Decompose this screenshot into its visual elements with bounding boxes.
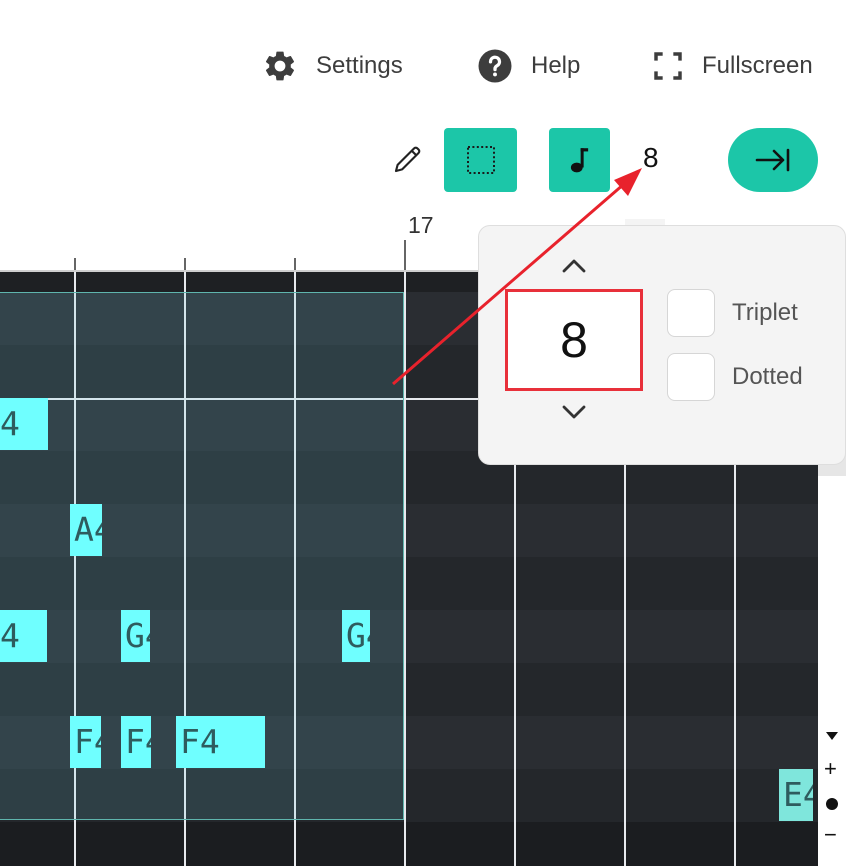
settings-label: Settings xyxy=(316,52,403,79)
zoom-reset-art xyxy=(826,798,838,810)
settings-button[interactable]: Settings xyxy=(262,48,403,84)
chevron-down-icon xyxy=(562,405,586,419)
fullscreen-label: Fullscreen xyxy=(702,52,813,79)
increase-button[interactable] xyxy=(557,254,591,278)
note-length-popup: 8 Triplet Dotted xyxy=(478,225,846,465)
note-length-button[interactable] xyxy=(549,128,610,192)
note-block[interactable]: A4 xyxy=(70,504,102,556)
arrow-to-end-icon xyxy=(755,148,790,172)
zoom-out-button[interactable]: − xyxy=(824,822,837,848)
pencil-icon xyxy=(394,146,421,173)
chevron-up-icon xyxy=(562,259,586,273)
select-tool-button[interactable] xyxy=(444,128,517,192)
top-nav: Settings Help Fullscreen xyxy=(0,40,864,92)
note-block[interactable]: 4 xyxy=(0,610,47,662)
note-length-input[interactable]: 8 xyxy=(505,289,643,391)
help-icon xyxy=(478,49,512,83)
gear-icon xyxy=(265,51,295,81)
pitch-row xyxy=(0,822,818,866)
pencil-tool-button[interactable] xyxy=(392,142,424,176)
music-note-icon xyxy=(570,148,588,173)
note-block[interactable]: G4 xyxy=(121,610,150,662)
caret-down-icon[interactable] xyxy=(826,732,838,740)
editor-toolbar: 8 xyxy=(0,128,864,192)
note-block[interactable]: G4 xyxy=(342,610,370,662)
note-length-value: 8 xyxy=(643,142,659,173)
dotted-label: Dotted xyxy=(732,363,803,390)
note-block[interactable]: F4 xyxy=(176,716,265,768)
selection-box-icon xyxy=(466,146,495,174)
help-button[interactable]: Help xyxy=(477,48,580,84)
help-label: Help xyxy=(531,52,581,79)
fullscreen-button[interactable]: Fullscreen xyxy=(652,48,813,84)
note-block[interactable]: 4 xyxy=(0,398,48,450)
jump-to-end-button[interactable] xyxy=(728,128,818,192)
zoom-in-button[interactable]: + xyxy=(824,756,837,782)
dot-icon[interactable] xyxy=(826,798,838,810)
triplet-checkbox[interactable] xyxy=(667,289,715,337)
note-block[interactable]: E4 xyxy=(779,769,813,821)
dotted-checkbox[interactable] xyxy=(667,353,715,401)
bar-line xyxy=(404,272,406,866)
note-block[interactable]: F4 xyxy=(70,716,101,768)
triplet-label: Triplet xyxy=(732,299,798,326)
note-block[interactable]: F4 xyxy=(121,716,151,768)
decrease-button[interactable] xyxy=(557,400,591,424)
fullscreen-icon xyxy=(654,52,682,80)
